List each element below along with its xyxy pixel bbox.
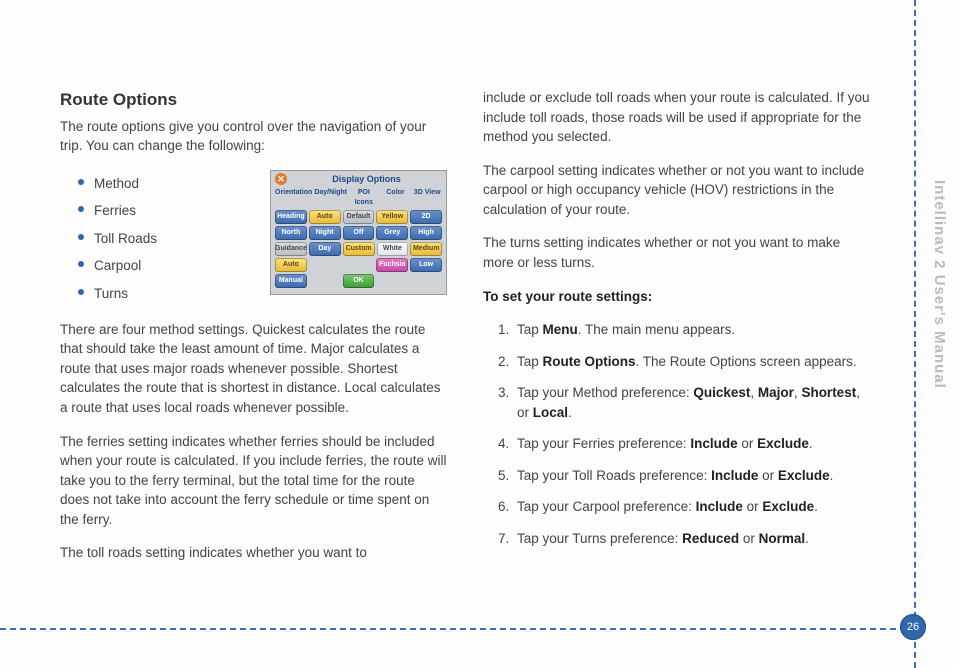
step-bold: Shortest (801, 385, 856, 400)
step-item: Tap Route Options. The Route Options scr… (513, 352, 870, 372)
paragraph-turns: The turns setting indicates whether or n… (483, 233, 870, 272)
right-column: include or exclude toll roads when your … (483, 88, 870, 563)
paragraph-carpool: The carpool setting indicates whether or… (483, 161, 870, 220)
step-bold: Normal (759, 531, 806, 546)
bullet-toll: Toll Roads (94, 225, 447, 253)
step-bold: Exclude (757, 436, 809, 451)
bullets-and-figure: ✕ Display Options Orientation Day/Night … (60, 170, 447, 320)
step-item: Tap your Carpool preference: Include or … (513, 497, 870, 517)
step-item: Tap your Method preference: Quickest, Ma… (513, 383, 870, 422)
step-bold: Include (711, 468, 758, 483)
step-bold: Major (758, 385, 794, 400)
step-item: Tap your Toll Roads preference: Include … (513, 466, 870, 486)
step-item: Tap Menu. The main menu appears. (513, 320, 870, 340)
step-bold: Route Options (543, 354, 636, 369)
paragraph-ferries: The ferries setting indicates whether fe… (60, 432, 447, 530)
steps-list: Tap Menu. The main menu appears. Tap Rout… (483, 320, 870, 549)
step-bold: Menu (543, 322, 578, 337)
doc-title-vertical: Intellinav 2 User's Manual (931, 180, 948, 389)
step-bold: Exclude (778, 468, 830, 483)
page-border-bottom (0, 628, 916, 630)
section-title: Route Options (60, 88, 447, 113)
bullet-ferries: Ferries (94, 197, 447, 225)
step-item: Tap your Turns preference: Reduced or No… (513, 529, 870, 549)
page-border-right (914, 0, 916, 668)
steps-heading: To set your route settings: (483, 287, 870, 307)
step-bold: Reduced (682, 531, 739, 546)
step-bold: Exclude (762, 499, 814, 514)
paragraph-toll-cont: include or exclude toll roads when your … (483, 88, 870, 147)
step-bold: Quickest (693, 385, 750, 400)
step-bold: Include (696, 499, 743, 514)
bullet-method: Method (94, 170, 447, 198)
content-area: Route Options The route options give you… (60, 88, 870, 563)
step-bold: Local (533, 405, 568, 420)
paragraph-method: There are four method settings. Quickest… (60, 320, 447, 418)
bullet-carpool: Carpool (94, 252, 447, 280)
intro-paragraph: The route options give you control over … (60, 117, 447, 156)
step-bold: Include (690, 436, 737, 451)
bullet-turns: Turns (94, 280, 447, 308)
step-item: Tap your Ferries preference: Include or … (513, 434, 870, 454)
paragraph-toll-lead: The toll roads setting indicates whether… (60, 543, 447, 563)
page-number-badge: 26 (900, 614, 926, 640)
options-bullet-list: Method Ferries Toll Roads Carpool Turns (60, 170, 447, 308)
left-column: Route Options The route options give you… (60, 88, 447, 563)
